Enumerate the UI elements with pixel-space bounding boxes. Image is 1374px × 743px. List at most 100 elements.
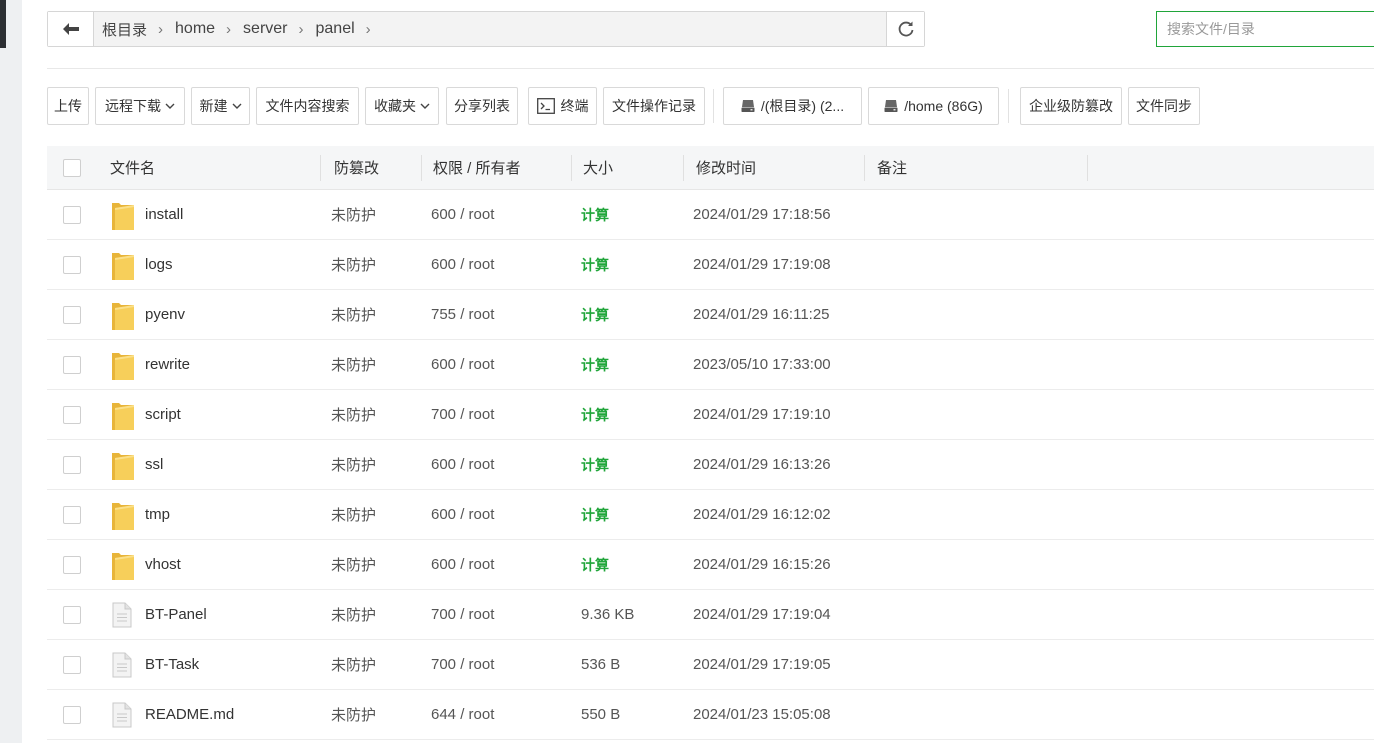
tamper-status[interactable]: 未防护: [331, 540, 376, 589]
folder-icon: [112, 340, 134, 389]
file-name[interactable]: logs: [145, 240, 173, 289]
table-row[interactable]: pyenv 未防护 755 / root 计算 2024/01/29 16:11:25: [47, 290, 1374, 340]
file-size: 550 B: [581, 706, 621, 723]
table-row[interactable]: tmp 未防护 600 / root 计算 2024/01/29 16:12:02: [47, 490, 1374, 540]
permission-owner[interactable]: 644 / root: [431, 690, 494, 739]
row-checkbox-cell: [63, 290, 81, 339]
tamper-status[interactable]: 未防护: [331, 290, 376, 339]
column-permission[interactable]: 权限 / 所有者: [433, 146, 521, 189]
tamper-status[interactable]: 未防护: [331, 390, 376, 439]
new-button[interactable]: 新建: [191, 87, 250, 125]
tamper-status[interactable]: 未防护: [331, 640, 376, 689]
file-name[interactable]: BT-Task: [145, 640, 199, 689]
file-name[interactable]: pyenv: [145, 290, 185, 339]
table-row[interactable]: script 未防护 700 / root 计算 2024/01/29 17:19:10: [47, 390, 1374, 440]
share-list-button[interactable]: 分享列表: [446, 87, 518, 125]
row-checkbox[interactable]: [63, 555, 81, 574]
permission-owner[interactable]: 600 / root: [431, 490, 494, 539]
row-checkbox[interactable]: [63, 205, 81, 224]
enterprise-tamper-button[interactable]: 企业级防篡改: [1020, 87, 1122, 125]
calculate-size-link[interactable]: 计算: [581, 190, 609, 239]
column-mtime[interactable]: 修改时间: [696, 146, 756, 189]
row-checkbox[interactable]: [63, 655, 81, 674]
file-name[interactable]: BT-Panel: [145, 590, 207, 639]
row-checkbox[interactable]: [63, 605, 81, 624]
table-row[interactable]: install 未防护 600 / root 计算 2024/01/29 17:18:5…: [47, 190, 1374, 240]
refresh-button[interactable]: [886, 12, 924, 46]
table-row[interactable]: BT-Panel 未防护 700 / root 9.36 KB 2024/01/29 1…: [47, 590, 1374, 640]
upload-button[interactable]: 上传: [47, 87, 89, 125]
calculate-size-link[interactable]: 计算: [581, 540, 609, 589]
table-row[interactable]: BT-Task 未防护 700 / root 536 B 2024/01/29 17:1…: [47, 640, 1374, 690]
column-tamper[interactable]: 防篡改: [334, 146, 379, 189]
column-divider: [320, 155, 321, 181]
permission-owner[interactable]: 600 / root: [431, 540, 494, 589]
permission-owner[interactable]: 700 / root: [431, 390, 494, 439]
permission-owner[interactable]: 755 / root: [431, 290, 494, 339]
breadcrumb-server[interactable]: server: [243, 20, 287, 38]
permission-owner[interactable]: 600 / root: [431, 340, 494, 389]
chevron-down-icon: [165, 103, 175, 109]
modified-time: 2024/01/29 16:11:25: [693, 306, 830, 323]
file-name[interactable]: ssl: [145, 440, 163, 489]
column-size[interactable]: 大小: [583, 146, 613, 189]
back-button[interactable]: [48, 12, 94, 46]
file-name[interactable]: script: [145, 390, 181, 439]
permission-owner[interactable]: 700 / root: [431, 590, 494, 639]
breadcrumb-root[interactable]: 根目录: [102, 19, 147, 40]
permission-owner[interactable]: 700 / root: [431, 640, 494, 689]
tamper-status[interactable]: 未防护: [331, 190, 376, 239]
operation-log-button[interactable]: 文件操作记录: [603, 87, 705, 125]
calculate-size-link[interactable]: 计算: [581, 490, 609, 539]
tamper-status[interactable]: 未防护: [331, 690, 376, 739]
table-row[interactable]: ssl 未防护 600 / root 计算 2024/01/29 16:13:26: [47, 440, 1374, 490]
tamper-status[interactable]: 未防护: [331, 590, 376, 639]
disk-root-button[interactable]: /(根目录) (2...: [723, 87, 862, 125]
column-name[interactable]: 文件名: [110, 146, 155, 189]
table-row[interactable]: README.md 未防护 644 / root 550 B 2024/01/23 15…: [47, 690, 1374, 740]
folder-icon: [112, 190, 134, 239]
row-checkbox[interactable]: [63, 705, 81, 724]
calculate-size-link[interactable]: 计算: [581, 390, 609, 439]
favorites-button[interactable]: 收藏夹: [365, 87, 439, 125]
tamper-status[interactable]: 未防护: [331, 240, 376, 289]
table-row[interactable]: logs 未防护 600 / root 计算 2024/01/29 17:19:08: [47, 240, 1374, 290]
row-checkbox[interactable]: [63, 405, 81, 424]
permission-owner[interactable]: 600 / root: [431, 240, 494, 289]
content-search-button[interactable]: 文件内容搜索: [256, 87, 359, 125]
file-name[interactable]: tmp: [145, 490, 170, 539]
left-edge: [0, 0, 22, 743]
permission-owner[interactable]: 600 / root: [431, 190, 494, 239]
search-input[interactable]: [1156, 11, 1374, 47]
file-sync-button[interactable]: 文件同步: [1128, 87, 1200, 125]
calculate-size-link[interactable]: 计算: [581, 340, 609, 389]
tamper-status[interactable]: 未防护: [331, 340, 376, 389]
row-checkbox[interactable]: [63, 255, 81, 274]
select-all-checkbox[interactable]: [63, 158, 81, 177]
terminal-button[interactable]: 终端: [528, 87, 597, 125]
row-checkbox[interactable]: [63, 505, 81, 524]
column-note[interactable]: 备注: [877, 146, 907, 189]
calculate-size-link[interactable]: 计算: [581, 440, 609, 489]
breadcrumb-panel[interactable]: panel: [316, 20, 355, 38]
modified-time: 2024/01/23 15:05:08: [693, 706, 831, 723]
table-row[interactable]: rewrite 未防护 600 / root 计算 2023/05/10 17:33:0…: [47, 340, 1374, 390]
select-all-checkbox-cell: [63, 146, 81, 189]
calculate-size-link[interactable]: 计算: [581, 290, 609, 339]
row-checkbox[interactable]: [63, 455, 81, 474]
file-name[interactable]: install: [145, 190, 183, 239]
calculate-size-link[interactable]: 计算: [581, 240, 609, 289]
table-row[interactable]: vhost 未防护 600 / root 计算 2024/01/29 16:15:26: [47, 540, 1374, 590]
file-name[interactable]: rewrite: [145, 340, 190, 389]
disk-home-button[interactable]: /home (86G): [868, 87, 999, 125]
file-name[interactable]: README.md: [145, 690, 234, 739]
breadcrumb-home[interactable]: home: [175, 20, 215, 38]
tamper-status[interactable]: 未防护: [331, 490, 376, 539]
column-divider: [571, 155, 572, 181]
row-checkbox[interactable]: [63, 355, 81, 374]
row-checkbox[interactable]: [63, 305, 81, 324]
remote-download-button[interactable]: 远程下载: [95, 87, 185, 125]
permission-owner[interactable]: 600 / root: [431, 440, 494, 489]
tamper-status[interactable]: 未防护: [331, 440, 376, 489]
file-name[interactable]: vhost: [145, 540, 181, 589]
